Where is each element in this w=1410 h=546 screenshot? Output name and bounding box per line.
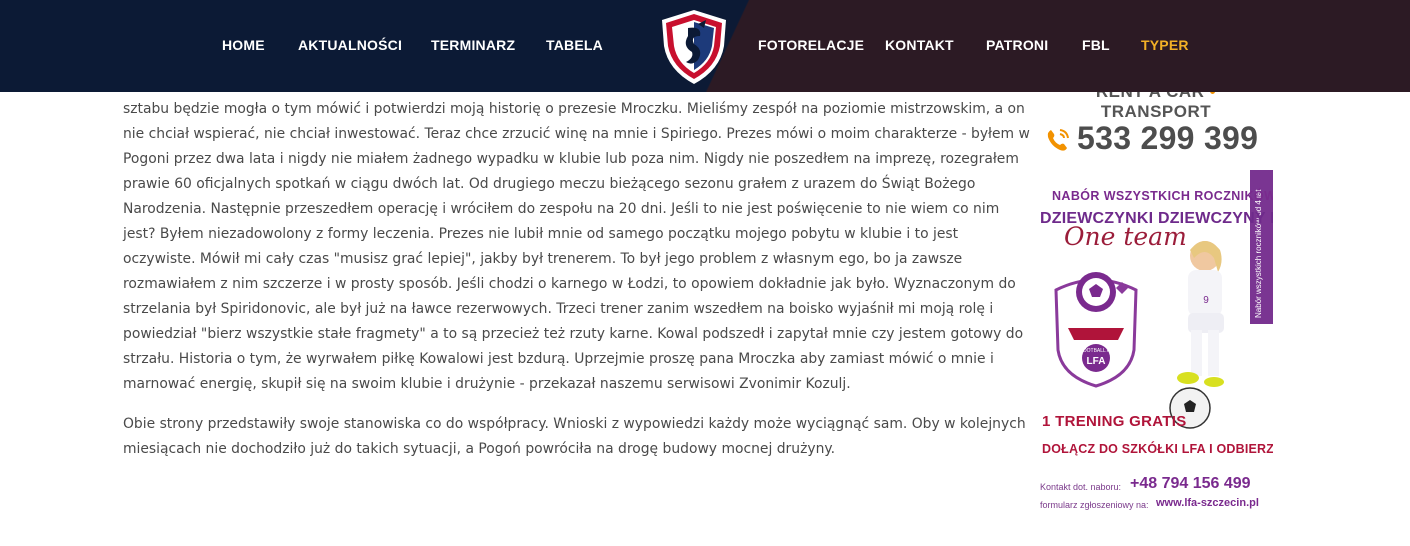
article-paragraph: Obie strony przedstawiły swoje stanowisk… [123, 412, 1026, 462]
article-line: Obie strony przedstawiły swoje stanowisk… [123, 416, 1026, 432]
phone-link[interactable]: 533 299 399 [1044, 120, 1284, 160]
article-line: powiedział "bierz wszystkie stałe fragme… [123, 326, 1024, 342]
phone-number[interactable]: 533 299 399 [1077, 120, 1258, 157]
nav-item-kontakt[interactable]: KONTAKT [885, 37, 954, 53]
article-line: rozmawiałem z nim szczerze i w prosty sp… [123, 276, 1016, 292]
ad-form-label: formularz zgłoszeniowy na: [1040, 500, 1149, 510]
nav-item-tabela[interactable]: TABELA [546, 37, 603, 53]
ad-artwork: LADIES FOOTBALL ACADEMY LFA 9 [1054, 241, 1224, 429]
svg-text:LADIES FOOTBALL ACADEMY: LADIES FOOTBALL ACADEMY [1061, 348, 1133, 354]
article-line: miesiącach nie dochodziło już do takich … [123, 441, 836, 457]
article-line: nie chciał wspierać, nie chciał inwestow… [123, 126, 1030, 142]
nav-item-terminarz[interactable]: TERMINARZ [431, 37, 515, 53]
svg-text:9: 9 [1203, 295, 1209, 306]
article-line: sztabu będzie mogła o tym mówić i potwie… [123, 101, 1025, 117]
svg-text:LFA: LFA [1087, 356, 1106, 367]
nav-item-home[interactable]: HOME [222, 37, 265, 53]
article-line: strzału. Historia o tym, że wyrwałem pił… [123, 351, 994, 367]
article-line: marnować energię, skupił się na swoim kl… [123, 376, 851, 392]
ad-contact-label: Kontakt dot. naboru: [1040, 482, 1122, 492]
nav-item-fbl[interactable]: FBL [1082, 37, 1110, 53]
lfa-badge-icon: LADIES FOOTBALL ACADEMY LFA [1054, 272, 1138, 388]
nav-item-aktualnosci[interactable]: AKTUALNOŚCI [298, 37, 402, 53]
nav-item-fotorelacje[interactable]: FOTORELACJE [758, 37, 864, 53]
ad-contact-phone[interactable]: +48 794 156 499 [1130, 475, 1251, 493]
girl-player-figure: 9 [1169, 241, 1224, 429]
article-line: Pogoni przez dwa lata i nigdy nie miałem… [123, 151, 1019, 167]
top-navbar: HOME AKTUALNOŚCI TERMINARZ TABELA FOTORE… [0, 0, 1410, 92]
article-line: Narodzenia. Następnie przeszedłem operac… [123, 201, 1000, 217]
ad-gratis-text: 1 TRENING GRATIS [1042, 413, 1187, 430]
phone-icon [1047, 129, 1069, 151]
nav-item-patroni[interactable]: PATRONI [986, 37, 1048, 53]
club-crest-svg [662, 10, 726, 84]
article-line: prawie 60 oficjalnych spotkań w ciągu dw… [123, 176, 976, 192]
nav-item-typer[interactable]: TYPER [1141, 37, 1189, 53]
article-paragraph: sztabu będzie mogła o tym mówić i potwie… [123, 97, 1030, 397]
lfa-advert-banner[interactable]: Nabór wszystkich roczników od 4 lat NABÓ… [1038, 170, 1273, 515]
article-line: strzelania był Spiridonovic, ale był już… [123, 301, 994, 317]
ad-join-text: DOŁĄCZ DO SZKÓŁKI LFA I ODBIERZ KOSZULKĘ… [1042, 442, 1273, 456]
club-crest-icon[interactable] [654, 6, 734, 86]
rent-right-label: TRANSPORT [1100, 102, 1212, 121]
article-line: oczywiste. Mówił mi cały czas "musisz gr… [123, 251, 963, 267]
article-line: jest? Byłem niezadowolony z formy leczen… [123, 226, 959, 242]
ad-url-link[interactable]: www.lfa-szczecin.pl [1156, 497, 1259, 509]
